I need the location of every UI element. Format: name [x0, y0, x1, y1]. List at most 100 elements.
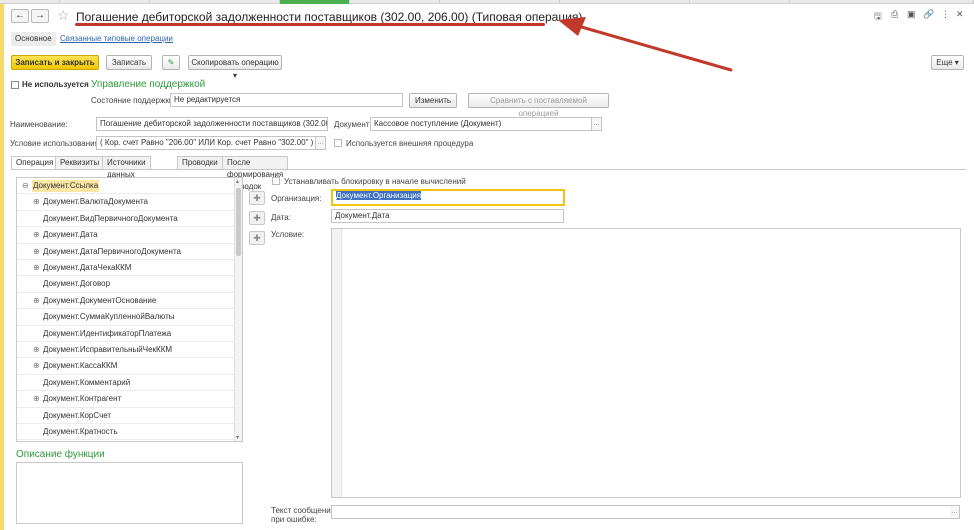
add-row-icon[interactable]: ✚	[249, 191, 265, 205]
tab-related-operations[interactable]: Связанные типовые операции	[56, 32, 177, 46]
tree-row-label: Документ.ИсправительныйЧекККМ	[43, 345, 173, 354]
more-icon[interactable]: ⋮	[941, 9, 950, 20]
tree-row-label: Документ.ВалютаДокумента	[43, 197, 148, 207]
tree-row[interactable]: ⊕ Документ.Контрагент	[17, 391, 235, 408]
tree-row[interactable]: ⊕ Документ.Дата	[17, 227, 235, 244]
document-label: Документ:	[334, 120, 372, 129]
expand-icon[interactable]: ⊕	[33, 194, 40, 210]
copy-operation-label: Скопировать операцию	[191, 58, 279, 67]
edit-pencil-icon[interactable]: ✎	[162, 55, 180, 70]
tree-row[interactable]: ⊕ Документ.ДатаПервичногоДокумента	[17, 244, 235, 260]
tab-requisites[interactable]: Реквизиты	[55, 156, 105, 170]
compare-button[interactable]: Сравнить с поставляемой операцией	[468, 93, 609, 118]
chevron-down-icon: ▾	[954, 58, 959, 67]
add-row-icon-3[interactable]: ✚	[249, 231, 265, 245]
expand-icon[interactable]: ⊕	[33, 260, 40, 276]
organization-input[interactable]: Документ.Организация	[331, 189, 565, 206]
date-label: Дата:	[271, 213, 291, 222]
tree-row[interactable]: Документ.ВидПервичногоДокумента	[17, 211, 235, 228]
expand-icon[interactable]: ⊕	[33, 293, 40, 309]
close-icon[interactable]: ✕	[956, 9, 964, 20]
lock-checkbox[interactable]	[272, 177, 280, 185]
print-icon[interactable]: ⎙	[891, 9, 898, 20]
annotation-arrow-icon	[558, 17, 733, 72]
field-tree[interactable]: ⊖ Документ.Ссылка ⊕ Документ.ВалютаДокуме…	[16, 177, 243, 442]
expand-icon[interactable]: ⊕	[33, 342, 40, 358]
tree-row[interactable]: Документ.Договор	[17, 276, 235, 293]
forward-button[interactable]: →	[31, 9, 49, 23]
expand-icon[interactable]: ⊕	[33, 227, 40, 243]
not-used-checkbox[interactable]	[11, 81, 19, 89]
tab-divider	[11, 169, 966, 170]
condition-expr-editor[interactable]	[331, 228, 961, 498]
condition-select-button[interactable]: …	[316, 136, 326, 150]
copy-operation-button[interactable]: Скопировать операцию ▾	[188, 55, 282, 80]
save-icon[interactable]: 🖫	[874, 9, 882, 25]
tree-root-label: Документ.Ссылка	[32, 180, 100, 192]
tab-entries[interactable]: Проводки	[177, 156, 223, 170]
tree-row[interactable]: Документ.СуммаКупленнойВалюты	[17, 309, 235, 326]
function-description-area	[16, 462, 243, 524]
tree-row[interactable]: Документ.КорСчет	[17, 408, 235, 424]
condition-input[interactable]: ( Кор. счет Равно "206.00" ИЛИ Кор. счет…	[96, 136, 316, 150]
tree-row-label: Документ.КассаККМ	[43, 361, 118, 371]
external-procedure-checkbox[interactable]	[334, 139, 342, 147]
tree-row-label: Документ.Дата	[43, 230, 98, 240]
scroll-down-icon[interactable]: ▾	[236, 434, 239, 441]
support-state-field: Не редактируется	[170, 93, 403, 107]
save-button[interactable]: Записать	[106, 55, 152, 70]
more-menu-button[interactable]: Еще ▾	[931, 55, 964, 70]
expand-icon[interactable]: ⊕	[33, 244, 40, 260]
tree-row[interactable]: ⊕ Документ.ДатаЧекаККМ	[17, 260, 235, 277]
tree-row[interactable]: ⊕ Документ.ИсправительныйЧекККМ	[17, 342, 235, 359]
error-text-input[interactable]	[331, 505, 951, 519]
support-state-label: Состояние поддержки:	[91, 96, 176, 105]
tree-row-label: Документ.Контрагент	[43, 394, 122, 404]
external-procedure-label: Используется внешняя процедура	[346, 139, 474, 148]
link-icon[interactable]: 🔗	[923, 9, 934, 20]
name-label: Наименование:	[10, 120, 68, 129]
tree-row-label: Документ.СуммаКупленнойВалюты	[43, 312, 175, 322]
favorite-star-icon[interactable]: ☆	[57, 8, 70, 22]
function-description-title: Описание функции	[16, 449, 105, 460]
name-input[interactable]: Погашение дебиторской задолженности пост…	[96, 117, 328, 131]
tree-row[interactable]: Документ.Кратность	[17, 424, 235, 441]
tree-row-label: Документ.КорСчет	[43, 410, 112, 420]
preview-icon[interactable]: ▣	[907, 9, 916, 20]
window-left-edge	[0, 4, 4, 530]
back-button[interactable]: ←	[11, 9, 29, 23]
collapse-icon[interactable]: ⊖	[22, 178, 29, 194]
title-underline	[75, 23, 545, 26]
scroll-up-icon[interactable]: ▴	[236, 178, 239, 185]
document-select-button[interactable]: …	[592, 117, 602, 131]
tree-row-label: Документ.ДатаЧекаККМ	[43, 263, 132, 272]
tab-data-sources[interactable]: Источники данных	[102, 156, 151, 179]
error-text-label-line2: при ошибке:	[271, 515, 317, 524]
tab-main[interactable]: Основное	[11, 32, 56, 46]
tab-operation[interactable]: Операция	[11, 156, 59, 170]
organization-label: Организация:	[271, 194, 322, 203]
change-button[interactable]: Изменить	[409, 93, 457, 108]
tree-row-label: Документ.Комментарий	[43, 377, 131, 387]
organization-value: Документ.Организация	[336, 191, 422, 200]
date-input[interactable]: Документ.Дата	[331, 209, 564, 223]
tree-row[interactable]: Документ.ИдентификаторПлатежа	[17, 326, 235, 342]
expand-icon[interactable]: ⊕	[33, 391, 40, 407]
editor-gutter	[332, 229, 342, 497]
tab-after-entries[interactable]: После формирования проводок	[222, 156, 289, 191]
lock-label: Устанавливать блокировку в начале вычисл…	[284, 177, 466, 186]
tree-row[interactable]: ⊕ Документ.КассаККМ	[17, 358, 235, 375]
tree-row[interactable]: Документ.Комментарий	[17, 375, 235, 392]
tree-scrollbar[interactable]: ▴ ▾	[234, 178, 242, 441]
save-and-close-button[interactable]: Записать и закрыть	[11, 55, 99, 70]
tree-row-label: Документ.ИдентификаторПлатежа	[43, 328, 172, 338]
error-text-select-button[interactable]: …	[950, 505, 960, 519]
add-row-icon-2[interactable]: ✚	[249, 211, 265, 225]
tree-scroll-thumb[interactable]	[236, 188, 241, 256]
tree-row-label: Документ.Кратность	[43, 427, 118, 436]
tree-row[interactable]: ⊕ Документ.ВалютаДокумента	[17, 194, 235, 211]
document-input[interactable]: Кассовое поступление (Документ)	[370, 117, 592, 131]
tree-root-row[interactable]: ⊖ Документ.Ссылка	[17, 178, 235, 195]
tree-row[interactable]: ⊕ Документ.ДокументОснование	[17, 293, 235, 310]
expand-icon[interactable]: ⊕	[33, 358, 40, 374]
